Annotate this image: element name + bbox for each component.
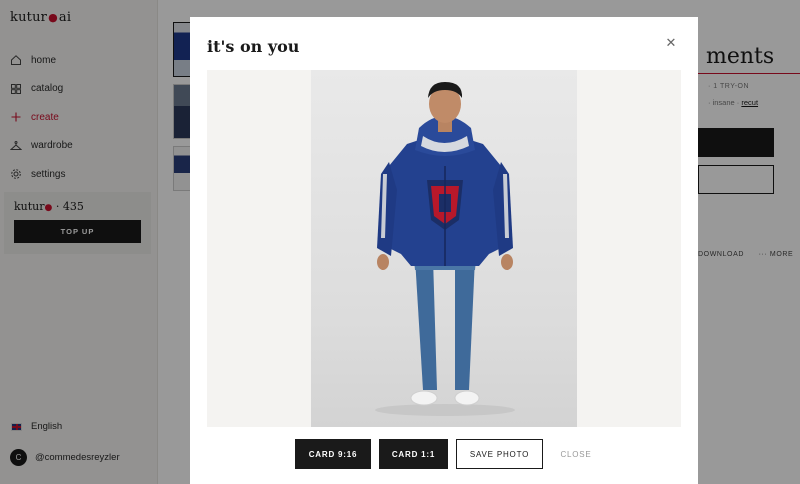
save-photo-button[interactable]: SAVE PHOTO — [456, 439, 543, 469]
tryon-result-modal: it's on you ✕ CARD 9:16 CARD 1:1 SAVE PH… — [190, 17, 698, 484]
card-9-16-button[interactable]: CARD 9:16 — [295, 439, 371, 469]
close-button[interactable]: CLOSE — [551, 439, 601, 469]
modal-actions: CARD 9:16 CARD 1:1 SAVE PHOTO CLOSE — [295, 439, 609, 469]
person-illustration — [375, 82, 515, 416]
card-1-1-button[interactable]: CARD 1:1 — [379, 439, 448, 469]
modal-title: it's on you — [207, 37, 300, 56]
close-icon[interactable]: ✕ — [665, 36, 677, 49]
tryon-photo — [311, 70, 577, 427]
photo-stage — [207, 70, 681, 427]
